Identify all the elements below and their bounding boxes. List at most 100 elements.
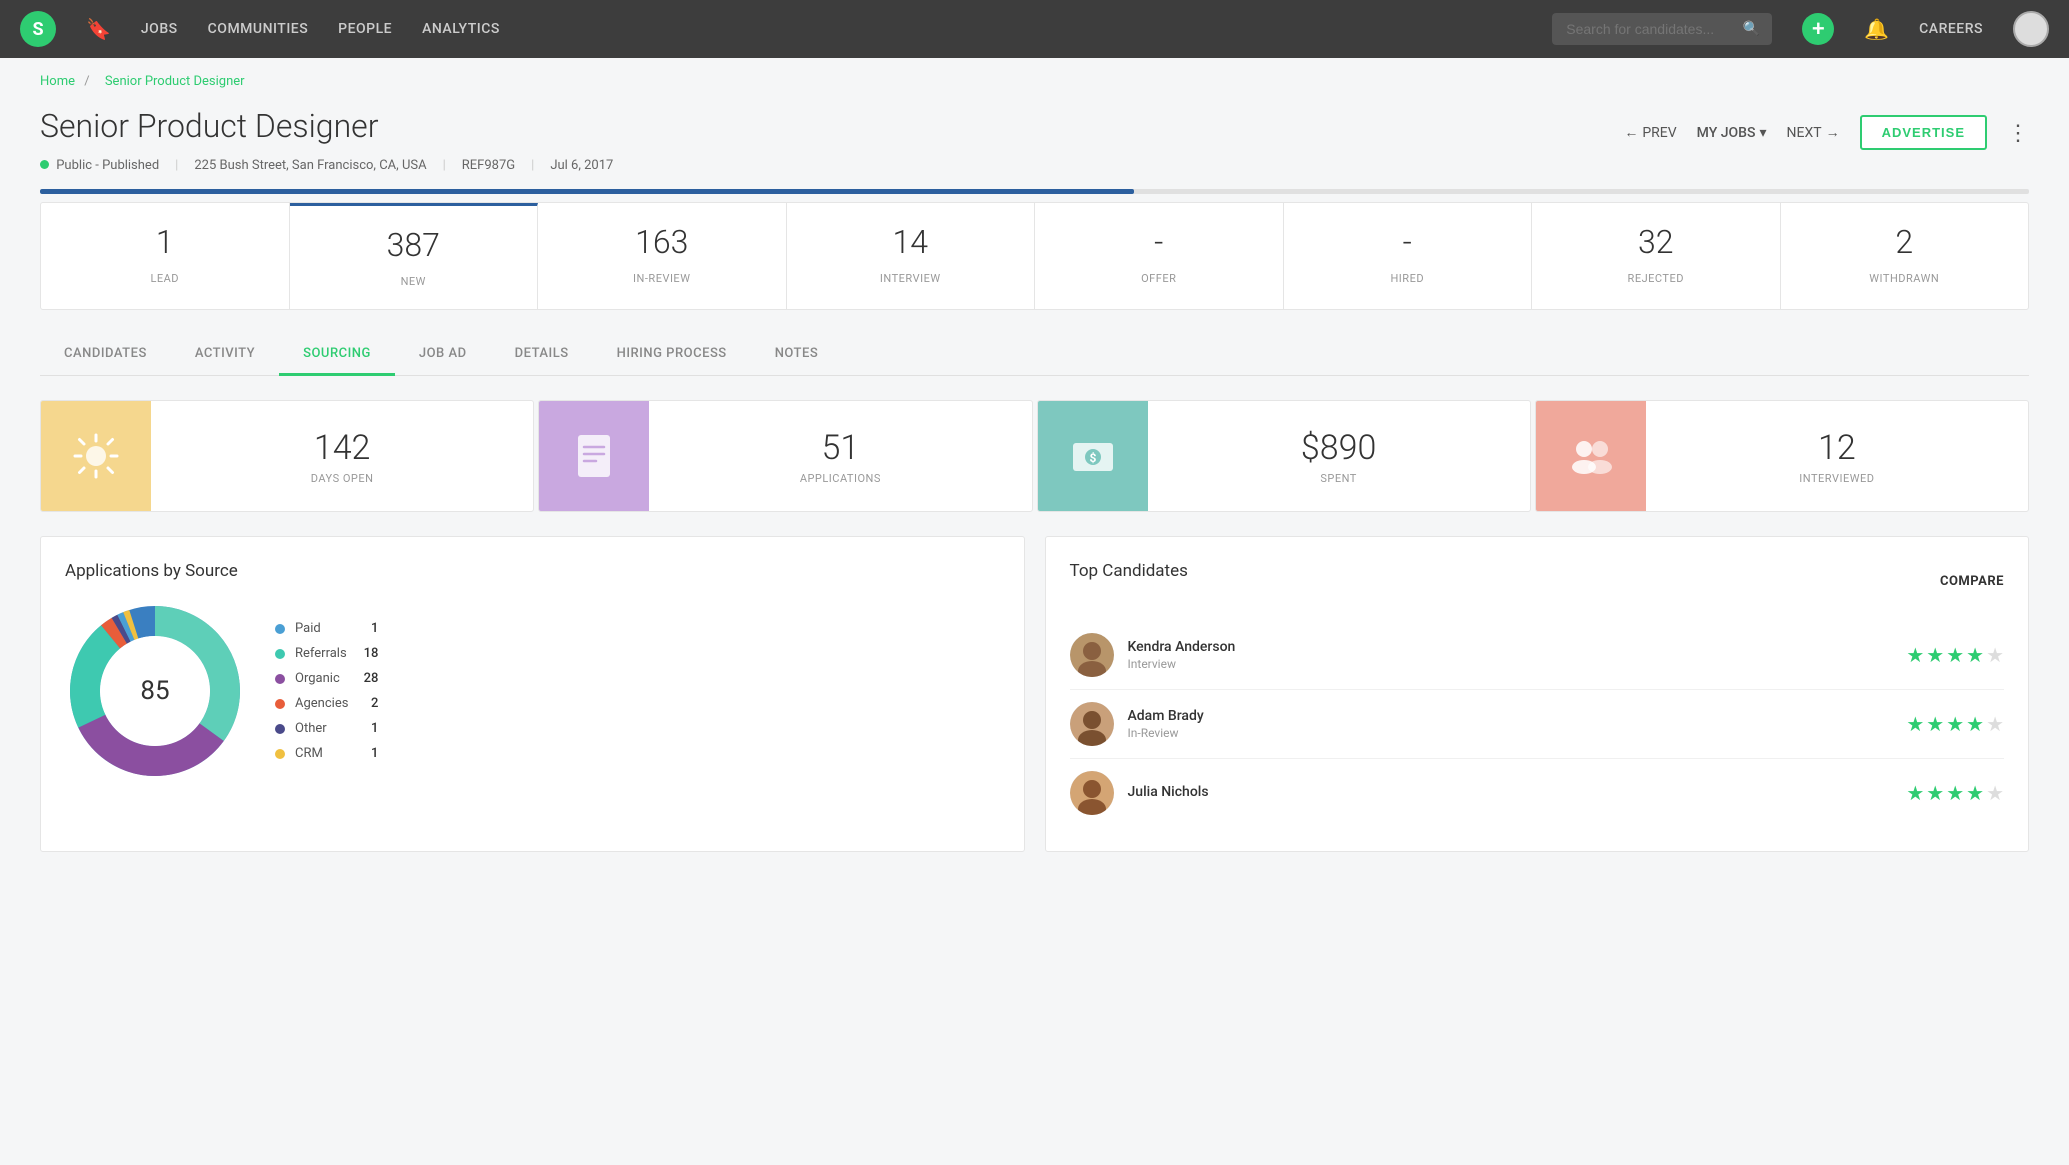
applications-label: APPLICATIONS <box>669 472 1011 485</box>
legend-val-referrals: 18 <box>358 646 378 661</box>
stats-row: 1 LEAD 387 NEW 163 IN-REVIEW 14 INTERVIE… <box>40 202 2029 310</box>
candidate-row-2[interactable]: Julia Nichols ★ ★ ★ ★ ★ <box>1070 759 2005 827</box>
add-button[interactable]: + <box>1802 13 1834 45</box>
my-jobs-button[interactable]: MY JOBS ▾ <box>1697 125 1767 141</box>
applications-info: 51 APPLICATIONS <box>649 412 1031 501</box>
legend-name-organic: Organic <box>295 671 348 686</box>
donut-chart: 85 <box>65 601 245 781</box>
stat-hired-number: - <box>1300 223 1516 261</box>
stat-lead-number: 1 <box>57 223 273 261</box>
tab-details[interactable]: DETAILS <box>491 334 593 376</box>
stat-in-review[interactable]: 163 IN-REVIEW <box>538 203 787 309</box>
top-candidates-header: Top Candidates COMPARE <box>1070 561 2005 601</box>
star-3: ★ <box>1946 781 1964 805</box>
stat-new-label: NEW <box>401 275 426 288</box>
candidate-avatar-1 <box>1070 702 1114 746</box>
legend-name-paid: Paid <box>295 621 348 636</box>
candidate-row-1[interactable]: Adam Brady In-Review ★ ★ ★ ★ ★ <box>1070 690 2005 759</box>
breadcrumb-separator: / <box>84 74 89 89</box>
tab-hiring-process[interactable]: HIRING PROCESS <box>593 334 751 376</box>
legend-name-agencies: Agencies <box>295 696 348 711</box>
job-ref: REF987G <box>462 158 515 173</box>
legend-dot-crm <box>275 749 285 759</box>
star-1: ★ <box>1906 643 1924 667</box>
legend-dot-other <box>275 724 285 734</box>
tab-notes[interactable]: NOTES <box>751 334 843 376</box>
nav-communities[interactable]: COMMUNITIES <box>208 17 309 41</box>
legend-item-referrals: Referrals 18 <box>275 646 378 661</box>
tab-job-ad[interactable]: JOB AD <box>395 334 491 376</box>
stat-interview[interactable]: 14 INTERVIEW <box>787 203 1036 309</box>
stat-hired[interactable]: - HIRED <box>1284 203 1533 309</box>
stat-new-number: 387 <box>306 226 522 264</box>
stat-withdrawn-label: WITHDRAWN <box>1869 272 1939 285</box>
breadcrumb: Home / Senior Product Designer <box>0 58 2069 97</box>
stat-in-review-label: IN-REVIEW <box>633 272 690 285</box>
candidate-info-0: Kendra Anderson Interview <box>1128 639 1893 671</box>
star-1: ★ <box>1906 781 1924 805</box>
interviewed-icon-box <box>1536 401 1646 511</box>
tab-activity[interactable]: ACTIVITY <box>171 334 279 376</box>
candidate-info-1: Adam Brady In-Review <box>1128 708 1893 740</box>
sourcing-card-days[interactable]: 142 DAYS OPEN <box>40 400 534 512</box>
candidate-stage-0: Interview <box>1128 657 1893 671</box>
legend-item-other: Other 1 <box>275 721 378 736</box>
tab-candidates[interactable]: CANDIDATES <box>40 334 171 376</box>
sourcing-card-spent[interactable]: $ $890 SPENT <box>1037 400 1531 512</box>
nav-links: JOBS COMMUNITIES PEOPLE ANALYTICS <box>141 17 1522 41</box>
nav-jobs[interactable]: JOBS <box>141 17 178 41</box>
svg-text:$: $ <box>1089 451 1096 465</box>
avatar[interactable] <box>2013 11 2049 47</box>
bookmark-icon[interactable]: 🔖 <box>86 17 111 41</box>
star-2: ★ <box>1926 712 1944 736</box>
applications-by-source: Applications by Source <box>40 536 1025 852</box>
tab-sourcing[interactable]: SOURCING <box>279 334 395 376</box>
star-4: ★ <box>1966 781 1984 805</box>
spent-info: $890 SPENT <box>1148 412 1530 501</box>
legend-val-other: 1 <box>358 721 378 736</box>
candidate-info-2: Julia Nichols <box>1128 784 1893 802</box>
legend-val-paid: 1 <box>358 621 378 636</box>
candidate-stars-0: ★ ★ ★ ★ ★ <box>1906 643 2004 667</box>
page-header-nav: ← PREV MY JOBS ▾ NEXT → ADVERTISE ⋮ <box>1624 107 2029 150</box>
bell-icon[interactable]: 🔔 <box>1864 17 1889 41</box>
nav-people[interactable]: PEOPLE <box>338 17 392 41</box>
nav-analytics[interactable]: ANALYTICS <box>422 17 500 41</box>
page-header: Senior Product Designer ← PREV MY JOBS ▾… <box>0 97 2069 150</box>
top-candidates: Top Candidates COMPARE Kendra Anderson I… <box>1045 536 2030 852</box>
careers-link[interactable]: CAREERS <box>1919 21 1983 37</box>
sourcing-card-interviewed[interactable]: 12 INTERVIEWED <box>1535 400 2029 512</box>
stat-hired-label: HIRED <box>1390 272 1424 285</box>
next-button[interactable]: NEXT → <box>1787 124 1840 141</box>
app-logo[interactable]: S <box>20 11 56 47</box>
breadcrumb-home[interactable]: Home <box>40 74 75 89</box>
stat-rejected[interactable]: 32 REJECTED <box>1532 203 1781 309</box>
advertise-button[interactable]: ADVERTISE <box>1860 115 1987 150</box>
star-5: ★ <box>1986 643 2004 667</box>
days-open-number: 142 <box>171 428 513 468</box>
candidate-stars-1: ★ ★ ★ ★ ★ <box>1906 712 2004 736</box>
stat-offer-number: - <box>1051 223 1267 261</box>
stat-offer[interactable]: - OFFER <box>1035 203 1284 309</box>
compare-button[interactable]: COMPARE <box>1940 574 2004 589</box>
star-2: ★ <box>1926 781 1944 805</box>
candidate-name-0: Kendra Anderson <box>1128 639 1893 655</box>
star-2: ★ <box>1926 643 1944 667</box>
sourcing-card-applications[interactable]: 51 APPLICATIONS <box>538 400 1032 512</box>
stat-rejected-number: 32 <box>1548 223 1764 261</box>
top-candidates-title: Top Candidates <box>1070 561 1188 581</box>
stat-withdrawn[interactable]: 2 WITHDRAWN <box>1781 203 2029 309</box>
more-options-button[interactable]: ⋮ <box>2007 120 2029 146</box>
breadcrumb-current: Senior Product Designer <box>105 74 245 89</box>
meta-row: Public - Published | 225 Bush Street, Sa… <box>0 150 2069 189</box>
search-input[interactable] <box>1552 13 1772 45</box>
status-badge: Public - Published <box>40 158 159 173</box>
candidate-avatar-2 <box>1070 771 1114 815</box>
candidate-row-0[interactable]: Kendra Anderson Interview ★ ★ ★ ★ ★ <box>1070 621 2005 690</box>
prev-button[interactable]: ← PREV <box>1624 124 1676 141</box>
stat-lead[interactable]: 1 LEAD <box>41 203 290 309</box>
progress-section <box>0 189 2069 194</box>
legend-name-crm: CRM <box>295 746 348 761</box>
stat-offer-label: OFFER <box>1141 272 1176 285</box>
stat-new[interactable]: 387 NEW <box>290 203 539 309</box>
